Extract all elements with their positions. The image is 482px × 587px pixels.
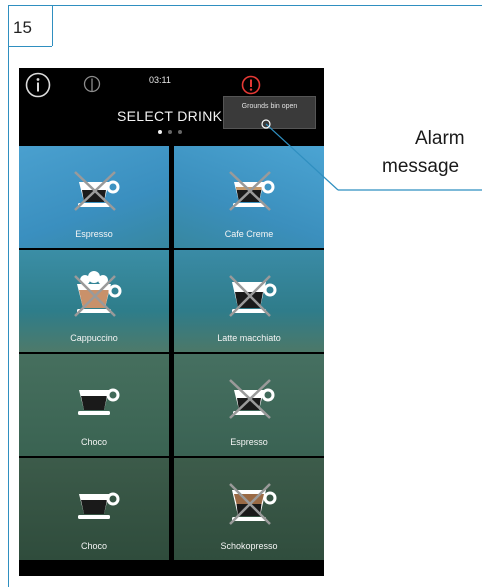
callout-text-line-1: Alarm bbox=[415, 128, 465, 149]
callout-text-line-2: message bbox=[382, 156, 460, 177]
callout-leader-line bbox=[261, 119, 482, 191]
